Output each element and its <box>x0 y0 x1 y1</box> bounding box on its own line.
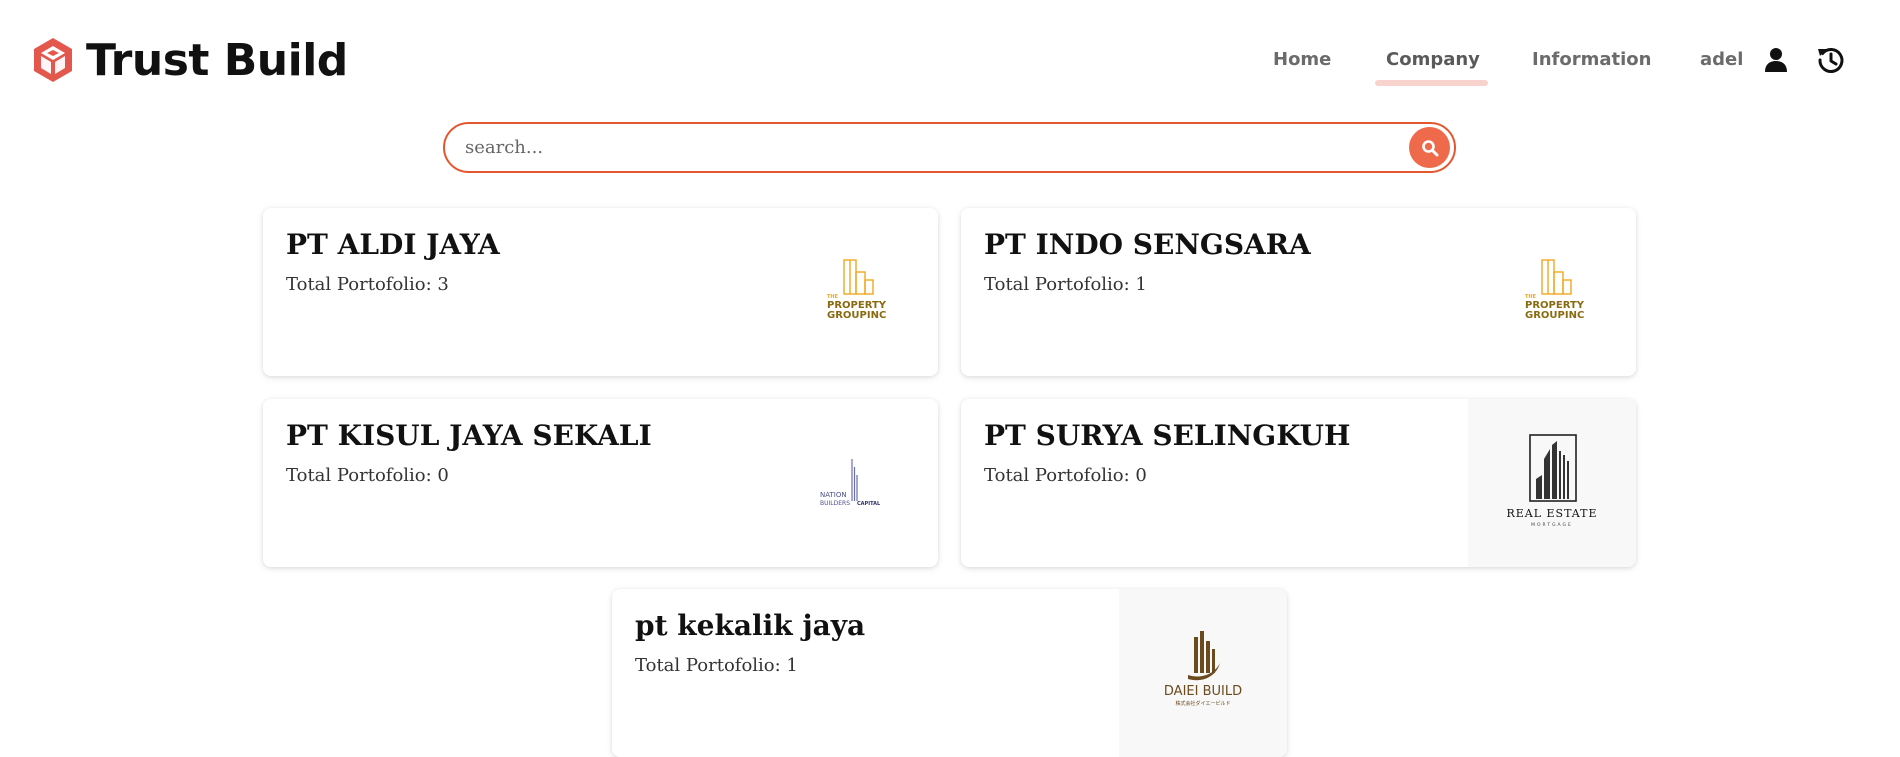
nation-builders-capital-logo: NATION BUILDERS CAPITAL <box>820 459 881 507</box>
company-name: pt kekalik jaya <box>635 609 866 642</box>
portfolio-count: Total Portofolio: 3 <box>286 274 449 295</box>
portfolio-count: Total Portofolio: 1 <box>984 274 1147 295</box>
real-estate-mortgage-logo: REAL ESTATE MORTGAGE <box>1506 434 1597 528</box>
portfolio-count: Total Portofolio: 0 <box>984 465 1147 486</box>
active-nav-indicator <box>1375 80 1488 86</box>
company-card[interactable]: PT SURYA SELINGKUH Total Portofolio: 0 R… <box>961 399 1636 567</box>
search-button[interactable] <box>1409 127 1450 168</box>
svg-text:GROUPINC.: GROUPINC. <box>827 310 886 321</box>
company-name: PT ALDI JAYA <box>286 228 500 261</box>
company-name: PT INDO SENGSARA <box>984 228 1311 261</box>
portfolio-count: Total Portofolio: 1 <box>635 655 798 676</box>
svg-text:REAL ESTATE: REAL ESTATE <box>1506 507 1597 520</box>
svg-text:BUILDERS: BUILDERS <box>820 500 850 507</box>
svg-text:NATION: NATION <box>820 491 847 499</box>
company-card[interactable]: PT INDO SENGSARA Total Portofolio: 1 THE… <box>961 208 1636 376</box>
company-logo: THE PROPERTY GROUPINC. <box>1468 208 1636 376</box>
svg-text:MORTGAGE: MORTGAGE <box>1531 522 1573 528</box>
company-card[interactable]: pt kekalik jaya Total Portofolio: 1 DAIE… <box>612 589 1287 757</box>
search-icon <box>1421 139 1438 156</box>
company-card[interactable]: PT KISUL JAYA SEKALI Total Portofolio: 0… <box>263 399 938 567</box>
portfolio-count: Total Portofolio: 0 <box>286 465 449 486</box>
main-nav: Home Company Information adel <box>0 40 1900 80</box>
the-property-group-logo: THE PROPERTY GROUPINC. <box>827 259 886 321</box>
company-name: PT KISUL JAYA SEKALI <box>286 419 652 452</box>
search-input[interactable] <box>463 124 1383 171</box>
company-logo: NATION BUILDERS CAPITAL <box>770 399 938 567</box>
nav-home[interactable]: Home <box>1273 40 1331 80</box>
svg-text:DAIEI BUILD: DAIEI BUILD <box>1164 684 1242 699</box>
company-logo: THE PROPERTY GROUPINC. <box>770 208 938 376</box>
company-logo: REAL ESTATE MORTGAGE <box>1468 399 1636 567</box>
history-icon[interactable] <box>1815 44 1847 76</box>
svg-text:GROUPINC.: GROUPINC. <box>1525 310 1584 321</box>
search-bar <box>443 122 1456 173</box>
company-card[interactable]: PT ALDI JAYA Total Portofolio: 3 THE PRO… <box>263 208 938 376</box>
svg-text:CAPITAL: CAPITAL <box>857 501 881 507</box>
nav-information[interactable]: Information <box>1532 40 1651 80</box>
nav-username[interactable]: adel <box>1700 40 1743 80</box>
company-logo: DAIEI BUILD 株式会社ダイエービルド <box>1119 589 1287 757</box>
user-icon[interactable] <box>1760 44 1792 76</box>
company-name: PT SURYA SELINGKUH <box>984 419 1351 452</box>
the-property-group-logo: THE PROPERTY GROUPINC. <box>1525 259 1584 321</box>
svg-text:株式会社ダイエービルド: 株式会社ダイエービルド <box>1176 700 1231 707</box>
nav-company[interactable]: Company <box>1386 40 1480 80</box>
daiei-build-logo: DAIEI BUILD 株式会社ダイエービルド <box>1164 631 1242 707</box>
